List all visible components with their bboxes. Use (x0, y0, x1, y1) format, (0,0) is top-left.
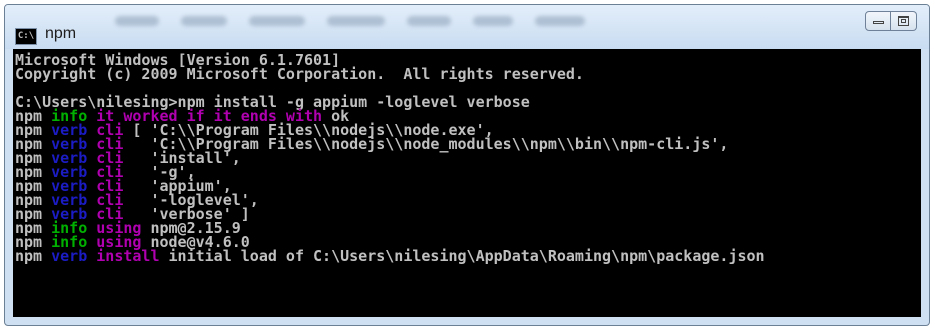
console-window: C:\ npm Microsoft Windows [Version 6.1.7… (4, 4, 930, 326)
window-title: npm (45, 25, 77, 42)
blurred-ribbon-tabs (115, 13, 739, 29)
minimize-icon (873, 21, 884, 24)
maximize-button[interactable] (891, 11, 917, 31)
console-text-segment: npm (15, 247, 52, 265)
minimize-button[interactable] (865, 11, 891, 31)
window-controls (865, 11, 917, 31)
console-text-segment: Copyright (c) 2009 Microsoft Corporation… (15, 65, 584, 83)
console-text-segment: verb (51, 247, 97, 265)
console-text-segment: initial load of C:\Users\nilesing\AppDat… (168, 247, 765, 265)
console-line: npm verb install initial load of C:\User… (13, 247, 921, 265)
console-line: Copyright (c) 2009 Microsoft Corporation… (13, 65, 921, 83)
restore-icon (898, 16, 909, 26)
title-bar[interactable]: C:\ npm (5, 5, 929, 49)
console-text-segment: install (96, 247, 169, 265)
cmd-icon: C:\ (15, 28, 37, 45)
console-output[interactable]: Microsoft Windows [Version 6.1.7601] Copy… (13, 49, 921, 317)
